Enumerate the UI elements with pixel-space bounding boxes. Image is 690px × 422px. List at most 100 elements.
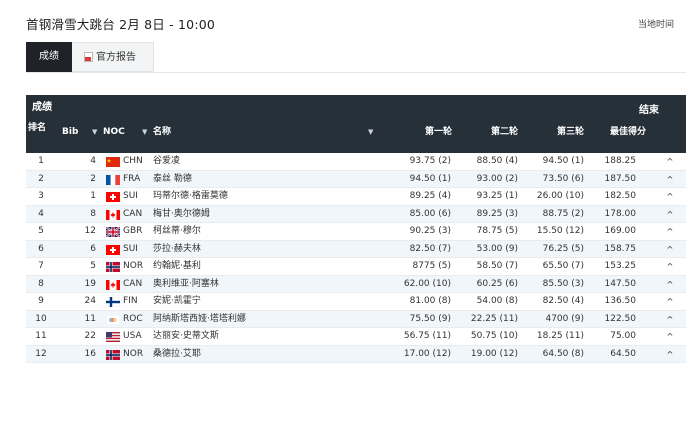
best-score: 178.00 bbox=[604, 208, 637, 219]
athlete-name[interactable]: 安妮·凯霍宁 bbox=[153, 293, 201, 311]
bib-cell: 16 bbox=[84, 348, 96, 359]
bib-cell: 19 bbox=[84, 278, 96, 289]
expand-row-icon[interactable]: ^ bbox=[664, 171, 676, 189]
bib-cell: 8 bbox=[90, 208, 96, 219]
flag-nor-icon bbox=[106, 262, 120, 272]
noc-cell: CHN bbox=[123, 156, 143, 166]
table-row[interactable]: 5 12 GBR 柯丝蒂·穆尔 90.25 (3) 78.75 (5) 15.50 (12)… bbox=[26, 223, 686, 241]
expand-row-icon[interactable]: ^ bbox=[664, 206, 676, 224]
expand-row-icon[interactable]: ^ bbox=[664, 311, 676, 329]
flag-sui-icon bbox=[106, 192, 120, 202]
rank-cell: 9 bbox=[38, 296, 44, 306]
run2-score: 54.00 (8) bbox=[476, 296, 518, 306]
pdf-icon bbox=[84, 52, 93, 62]
sort-name-icon[interactable]: ▼ bbox=[368, 117, 373, 147]
rank-cell: 2 bbox=[38, 173, 44, 184]
flag-can-icon bbox=[106, 279, 120, 290]
best-score: 169.00 bbox=[604, 226, 637, 236]
best-score: 158.75 bbox=[604, 243, 637, 254]
athlete-name[interactable]: 泰丝 勒德 bbox=[153, 171, 192, 189]
run3-score: 82.50 (4) bbox=[542, 296, 584, 306]
table-row[interactable]: 8 19 CAN 奥利维亚·阿塞林 62.00 (10) 60.25 (6) 85.50 (… bbox=[26, 275, 686, 294]
table-row[interactable]: 6 6 SUI 莎拉·赫夫林 82.50 (7) 53.00 (9) 76.25 (5) 15… bbox=[26, 240, 686, 259]
table-row[interactable]: 12 16 NOR 桑德拉·艾耶 17.00 (12) 19.00 (12) 64.50 (… bbox=[26, 345, 686, 364]
run1-score: 82.50 (7) bbox=[409, 243, 451, 254]
best-score: 187.50 bbox=[604, 173, 637, 184]
expand-row-icon[interactable]: ^ bbox=[664, 293, 676, 311]
flag-gbr-icon bbox=[106, 227, 120, 237]
expand-row-icon[interactable]: ^ bbox=[664, 328, 676, 346]
rank-cell: 4 bbox=[38, 208, 44, 219]
column-run2[interactable]: 第二轮 bbox=[448, 117, 518, 147]
expand-row-icon[interactable]: ^ bbox=[664, 153, 676, 171]
tab-divider bbox=[26, 72, 686, 73]
column-bib[interactable]: Bib bbox=[62, 117, 78, 147]
best-score: 182.50 bbox=[604, 191, 637, 201]
athlete-name[interactable]: 柯丝蒂·穆尔 bbox=[153, 223, 201, 241]
rank-cell: 10 bbox=[35, 313, 47, 324]
page-header: 首钢滑雪大跳台 2月 8日 - 10:00 当地时间 bbox=[0, 0, 690, 40]
athlete-name[interactable]: 梅甘·奥尔德姆 bbox=[153, 206, 210, 224]
expand-row-icon[interactable]: ^ bbox=[664, 346, 676, 364]
table-row[interactable]: 11 22 USA 达丽安·史蒂文斯 56.75 (11) 50.75 (10) 18.25… bbox=[26, 328, 686, 346]
column-run1[interactable]: 第一轮 bbox=[382, 117, 452, 147]
local-time-toggle[interactable]: 当地时间 bbox=[638, 17, 674, 30]
run2-score: 22.25 (11) bbox=[470, 313, 518, 324]
run3-score: 65.50 (7) bbox=[542, 261, 584, 271]
table-row[interactable]: 10 11 ROC 阿纳斯塔西娅·塔塔利娜 75.50 (9) 22.25 (11) 470… bbox=[26, 310, 686, 329]
flag-fra-icon bbox=[106, 174, 120, 185]
athlete-name[interactable]: 玛蒂尔德·格雷莫德 bbox=[153, 188, 228, 206]
run3-score: 18.25 (11) bbox=[536, 331, 584, 341]
run3-score: 64.50 (8) bbox=[542, 348, 584, 359]
table-row[interactable]: 4 8 CAN 梅甘·奥尔德姆 85.00 (6) 89.25 (3) 88.75 (2) 1… bbox=[26, 205, 686, 224]
results-rows: 1 4 CHN 谷爱凌 93.75 (2) 88.50 (4) 94.50 (1) 188.2… bbox=[26, 153, 686, 363]
athlete-name[interactable]: 阿纳斯塔西娅·塔塔利娜 bbox=[153, 311, 246, 329]
event-title: 首钢滑雪大跳台 2月 8日 - 10:00 bbox=[26, 17, 216, 32]
athlete-name[interactable]: 达丽安·史蒂文斯 bbox=[153, 328, 219, 346]
noc-cell: FRA bbox=[123, 173, 141, 184]
expand-row-icon[interactable]: ^ bbox=[664, 223, 676, 241]
athlete-name[interactable]: 莎拉·赫夫林 bbox=[153, 241, 201, 259]
flag-chn-icon bbox=[106, 157, 120, 167]
expand-row-icon[interactable]: ^ bbox=[664, 276, 676, 294]
run2-score: 93.25 (1) bbox=[476, 191, 518, 201]
noc-cell: FIN bbox=[123, 296, 138, 306]
flag-sui-icon bbox=[106, 244, 120, 255]
expand-row-icon[interactable]: ^ bbox=[664, 241, 676, 259]
column-noc[interactable]: NOC bbox=[103, 117, 125, 147]
sort-bib-icon[interactable]: ▼ bbox=[92, 117, 97, 147]
noc-cell: GBR bbox=[123, 226, 143, 236]
run1-score: 94.50 (1) bbox=[409, 173, 451, 184]
athlete-name[interactable]: 桑德拉·艾耶 bbox=[153, 346, 201, 364]
sort-noc-icon[interactable]: ▼ bbox=[142, 117, 147, 147]
run3-score: 4700 (9) bbox=[545, 313, 584, 324]
rank-cell: 12 bbox=[35, 348, 47, 359]
run3-score: 26.00 (10) bbox=[536, 191, 584, 201]
column-name[interactable]: 名称 bbox=[153, 117, 171, 147]
expand-row-icon[interactable]: ^ bbox=[664, 188, 676, 206]
noc-cell: SUI bbox=[123, 191, 138, 201]
run2-score: 88.50 (4) bbox=[476, 156, 518, 166]
table-row[interactable]: 7 5 NOR 约翰妮·基利 8775 (5) 58.50 (7) 65.50 (7) 153… bbox=[26, 258, 686, 276]
bib-cell: 6 bbox=[90, 243, 96, 254]
rank-cell: 1 bbox=[38, 156, 44, 166]
table-row[interactable]: 2 2 FRA 泰丝 勒德 94.50 (1) 93.00 (2) 73.50 (6) 187… bbox=[26, 170, 686, 189]
column-best-score[interactable]: 最佳得分 bbox=[582, 117, 646, 147]
results-table-header: 成绩 结束 排名 Bib ▼ NOC ▼ 名称 ▼ 第一轮 第二轮 第三轮 最佳… bbox=[26, 95, 686, 153]
athlete-name[interactable]: 约翰妮·基利 bbox=[153, 258, 201, 276]
expand-row-icon[interactable]: ^ bbox=[664, 258, 676, 276]
athlete-name[interactable]: 奥利维亚·阿塞林 bbox=[153, 276, 219, 294]
table-row[interactable]: 3 1 SUI 玛蒂尔德·格雷莫德 89.25 (4) 93.25 (1) 26.00 (1… bbox=[26, 188, 686, 206]
run1-score: 90.25 (3) bbox=[409, 226, 451, 236]
table-row[interactable]: 9 24 FIN 安妮·凯霍宁 81.00 (8) 54.00 (8) 82.50 (4) 1… bbox=[26, 293, 686, 311]
best-score: 64.50 bbox=[610, 348, 636, 359]
table-row[interactable]: 1 4 CHN 谷爱凌 93.75 (2) 88.50 (4) 94.50 (1) 188.2… bbox=[26, 153, 686, 171]
run1-score: 89.25 (4) bbox=[409, 191, 451, 201]
tab-official-report[interactable]: 官方报告 bbox=[72, 42, 154, 72]
column-rank[interactable]: 排名 bbox=[28, 121, 46, 151]
bib-cell: 24 bbox=[84, 296, 96, 306]
athlete-name[interactable]: 谷爱凌 bbox=[153, 153, 180, 171]
column-run3[interactable]: 第三轮 bbox=[514, 117, 584, 147]
flag-usa-icon bbox=[106, 332, 120, 342]
tab-results[interactable]: 成绩 bbox=[26, 42, 72, 72]
